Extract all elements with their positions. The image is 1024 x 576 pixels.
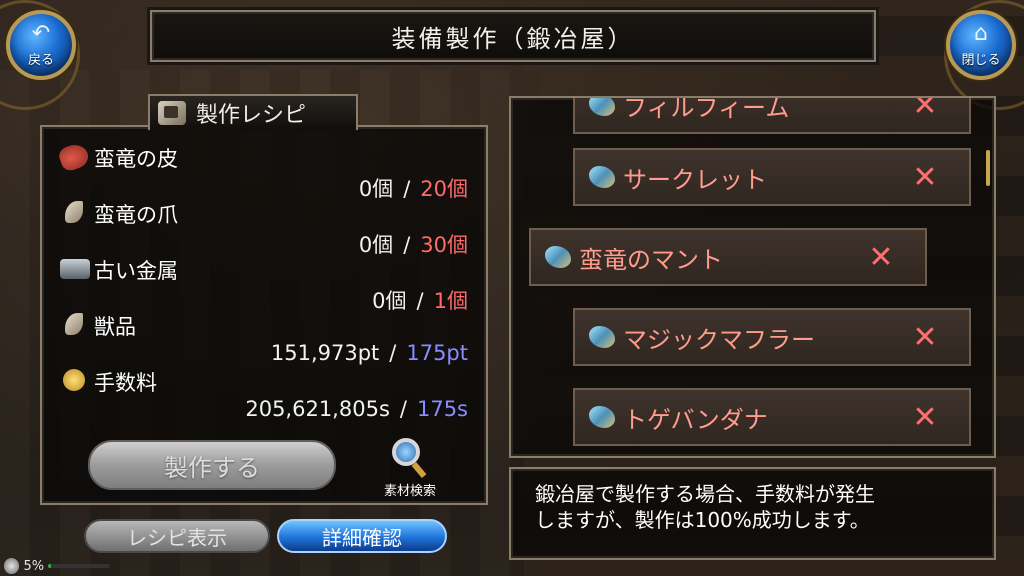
material-count: 151,973pt / 175pt — [271, 341, 468, 365]
item-name: 蛮竜のマント — [579, 245, 723, 274]
material-name: 蛮竜の皮 — [94, 147, 178, 171]
material-need: 175pt — [406, 341, 468, 365]
material-count: 205,621,805s / 175s — [245, 397, 468, 421]
hide-icon — [56, 140, 92, 174]
coin-icon — [63, 369, 85, 391]
armor-icon — [589, 326, 615, 348]
home-icon: ⌂ — [974, 20, 988, 46]
material-need: 20個 — [420, 177, 468, 201]
material-name: 蛮竜の爪 — [94, 203, 178, 227]
material-have: 205,621,805s — [245, 397, 390, 421]
count-separator: / — [399, 397, 407, 421]
list-item[interactable]: マジックマフラー ✕ — [573, 308, 971, 366]
description-line-2: しますが、製作は100%成功します。 — [535, 508, 870, 532]
back-button[interactable]: ↶ 戻る — [6, 10, 76, 80]
list-item[interactable]: フィルフィーム ✕ — [573, 96, 971, 134]
material-need: 175s — [416, 397, 468, 421]
craft-button[interactable]: 製作する — [88, 440, 336, 490]
description-box: 鍛冶屋で製作する場合、手数料が発生 しますが、製作は100%成功します。 — [509, 467, 996, 560]
claw-icon — [65, 313, 83, 335]
status-percent: 5% — [23, 558, 45, 574]
list-item[interactable]: サークレット ✕ — [573, 148, 971, 206]
material-search-label: 素材検索 — [383, 484, 436, 499]
close-button[interactable]: ⌂ 閉じる — [946, 10, 1016, 80]
status-icon — [4, 558, 20, 574]
not-craftable-icon: ✕ — [868, 239, 894, 275]
material-name: 獣品 — [94, 315, 136, 339]
title-bar: 装備製作（鍛冶屋） — [150, 10, 876, 62]
item-list-panel[interactable]: フィルフィーム ✕ サークレット ✕ 蛮竜のマント ✕ マジックマフラー ✕ ト… — [509, 96, 996, 458]
claw-icon — [65, 201, 83, 223]
material-row: 古い金属 0個 / 1個 — [60, 255, 480, 313]
status-indicator: 5% — [0, 556, 110, 576]
not-craftable-icon: ✕ — [912, 159, 938, 195]
list-scrollbar[interactable] — [986, 150, 990, 186]
status-gauge — [48, 564, 110, 568]
count-separator: / — [416, 289, 424, 313]
item-name: サークレット — [623, 165, 767, 194]
close-label: 閉じる — [961, 52, 1001, 68]
detail-confirm-label: 詳細確認 — [322, 525, 402, 550]
item-name: マジックマフラー — [623, 325, 815, 354]
material-row: 手数料 205,621,805s / 175s — [60, 367, 480, 423]
armor-icon — [589, 406, 615, 428]
list-item-selected[interactable]: 蛮竜のマント ✕ — [529, 228, 927, 286]
not-craftable-icon: ✕ — [912, 96, 938, 123]
description-line-1: 鍛冶屋で製作する場合、手数料が発生 — [535, 482, 875, 506]
material-have: 0個 — [372, 289, 407, 313]
recipe-panel-title: 製作レシピ — [196, 103, 307, 128]
material-have: 0個 — [358, 233, 394, 257]
material-have: 0個 — [358, 177, 394, 201]
not-craftable-icon: ✕ — [912, 319, 938, 355]
status-gauge-fill — [48, 564, 52, 568]
material-row: 蛮竜の爪 0個 / 30個 — [60, 199, 480, 257]
item-name: フィルフィーム — [623, 96, 790, 122]
recipe-view-label: レシピ表示 — [127, 525, 227, 550]
material-name: 古い金属 — [94, 259, 178, 283]
armor-icon — [589, 166, 615, 188]
count-separator: / — [389, 341, 397, 365]
material-row: 蛮竜の皮 0個 / 20個 — [56, 140, 480, 201]
magnifier-handle — [411, 461, 427, 479]
back-arrow-icon: ↶ — [31, 20, 51, 46]
material-have: 151,973pt — [270, 341, 380, 365]
armor-icon — [589, 98, 615, 116]
page-title: 装備製作（鍛冶屋） — [391, 24, 635, 53]
recipe-panel-tab: 製作レシピ — [148, 94, 358, 130]
material-row: 獣品 151,973pt / 175pt — [60, 311, 480, 367]
count-separator: / — [403, 233, 411, 257]
metal-icon — [60, 259, 90, 279]
count-separator: / — [403, 177, 411, 201]
not-craftable-icon: ✕ — [912, 399, 938, 435]
anvil-icon — [158, 101, 186, 125]
list-item[interactable]: トゲバンダナ ✕ — [573, 388, 971, 446]
material-need: 30個 — [420, 233, 468, 257]
craft-button-label: 製作する — [164, 453, 260, 482]
detail-confirm-button[interactable]: 詳細確認 — [277, 519, 447, 553]
material-need: 1個 — [433, 289, 468, 313]
armor-icon — [545, 246, 571, 268]
material-search-button[interactable]: 素材検索 — [370, 438, 450, 500]
recipe-view-button[interactable]: レシピ表示 — [84, 519, 270, 553]
back-label: 戻る — [27, 52, 54, 68]
item-name: トゲバンダナ — [623, 405, 768, 434]
material-name: 手数料 — [94, 371, 157, 395]
